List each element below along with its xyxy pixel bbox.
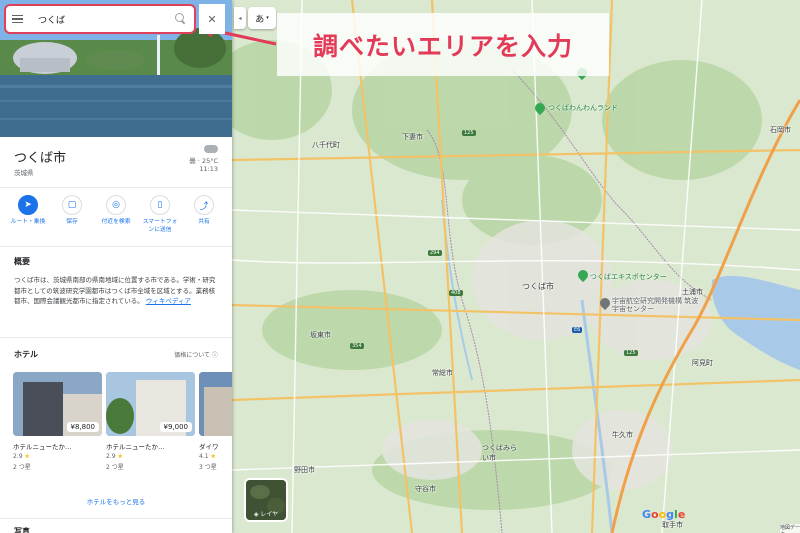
price-info-label: 価格について: [174, 352, 211, 359]
map-label-shimotsuma: 下妻市: [402, 133, 423, 141]
hotels-heading: ホテル: [14, 350, 38, 359]
share-icon: ⤴: [194, 195, 214, 215]
hotel-card[interactable]: ダイワ 4.1 ★ 3 つ星: [199, 372, 232, 471]
map-label-wanwan[interactable]: つくばわんわんランド: [548, 103, 618, 113]
hotel-class: 2 つ星: [106, 464, 124, 471]
hotel-rating: 4.1 ★: [199, 453, 232, 460]
map-label-expo[interactable]: つくばエキスポセンター: [590, 272, 667, 282]
overview-text: つくば市は、茨城県南部の県南地域に位置する市である。学術・研究都市としての筑波研…: [14, 275, 220, 307]
clear-search-button[interactable]: ✕: [199, 4, 225, 34]
search-icon[interactable]: [174, 12, 188, 26]
star-icon: ★: [210, 453, 216, 460]
layer-label: ◈ レイヤ: [246, 509, 286, 518]
google-logo: Google: [642, 508, 686, 521]
info-icon: ⓘ: [211, 352, 218, 359]
weather-time: 11:13: [199, 165, 218, 173]
hotel-name: ホテルニューたか…: [13, 443, 72, 451]
price-info-link[interactable]: 価格について ⓘ: [174, 350, 218, 359]
map-label-ishioka: 石岡市: [770, 126, 791, 134]
divider: [0, 337, 232, 338]
photos-heading: 写真: [14, 527, 30, 533]
hotel-photo: ¥9,000: [106, 372, 195, 436]
hotel-class: 2 つ星: [13, 464, 31, 471]
nearby-icon: ◎: [106, 195, 126, 215]
directions-icon: ➤: [18, 195, 38, 215]
action-bar: ➤ ルート・乗換 ▢ 保存 ◎ 付近を検索 ▯ スマートフォンに送信 ⤴ 共有: [0, 195, 232, 243]
layer-label-text: レイヤ: [260, 511, 279, 518]
map-label-joso: 常総市: [432, 369, 453, 377]
hotel-name: ホテルニューたか…: [106, 443, 165, 451]
hotels-section: ホテル 価格について ⓘ ¥8,800 ホテルニューたか… 2.9 ★ 2 つ星…: [0, 340, 232, 515]
directions-label: ルート・乗換: [10, 219, 46, 225]
save-button[interactable]: ▢ 保存: [52, 195, 92, 243]
route-shield-125b: 125: [624, 350, 638, 356]
menu-icon[interactable]: [12, 14, 26, 24]
rating-value: 4.1: [199, 453, 209, 460]
map-label-tsuchiura: 土浦市: [682, 288, 703, 296]
hotel-price: ¥9,000: [159, 422, 192, 432]
weather-widget: 曇 · 25°C 11:13: [189, 145, 218, 173]
nearby-label: 付近を検索: [101, 219, 131, 225]
map-label-ami: 阿見町: [692, 359, 713, 367]
phone-icon: ▯: [150, 195, 170, 215]
route-shield-294: 294: [428, 250, 442, 256]
map-label-toride: 取手市: [662, 521, 683, 529]
search-box[interactable]: つくば: [4, 4, 196, 34]
hotel-name: ダイワ: [199, 443, 219, 451]
directions-button[interactable]: ➤ ルート・乗換: [8, 195, 48, 243]
send-to-phone-label: スマートフォンに送信: [142, 219, 178, 233]
send-to-phone-button[interactable]: ▯ スマートフォンに送信: [140, 195, 180, 243]
overview-heading: 概要: [14, 257, 30, 266]
place-header: つくば市 茨城県 曇 · 25°C 11:13: [0, 137, 232, 187]
hotel-photo: ¥8,800: [13, 372, 102, 436]
rating-value: 2.9: [106, 453, 116, 460]
divider: [0, 246, 232, 247]
annotation-callout: 調べたいエリアを入力: [277, 13, 609, 76]
weather-text: 曇 · 25°C: [189, 157, 218, 165]
route-shield-408: 408: [449, 290, 463, 296]
map-label-noda: 野田市: [294, 466, 315, 474]
map-label-yachiyo: 八千代町: [312, 141, 340, 149]
layers-icon: ◈: [253, 511, 259, 518]
map-label-mirai: つくばみらい市: [482, 444, 517, 462]
place-title: つくば市: [14, 151, 67, 166]
hotel-rating: 2.9 ★: [106, 453, 195, 460]
star-icon: ★: [117, 453, 123, 460]
bookmark-icon: ▢: [62, 195, 82, 215]
map-label-tsukuba: つくば市: [522, 282, 554, 291]
layer-toggle[interactable]: ◈ レイヤ: [244, 478, 288, 522]
share-button[interactable]: ⤴ 共有: [184, 195, 224, 243]
hotel-class: 3 つ星: [199, 464, 217, 471]
divider: [0, 187, 232, 188]
route-shield-125: 125: [462, 130, 476, 136]
save-label: 保存: [66, 219, 78, 225]
search-input[interactable]: つくば: [38, 13, 174, 26]
hotel-photo: [199, 372, 232, 436]
map-label-ushiku: 牛久市: [612, 431, 633, 439]
nearby-button[interactable]: ◎ 付近を検索: [96, 195, 136, 243]
map-data-credit[interactable]: 地図データ: [780, 524, 800, 533]
share-label: 共有: [198, 219, 210, 225]
route-shield-e6: E6: [572, 327, 583, 333]
star-icon: ★: [24, 453, 30, 460]
cloud-icon: [204, 145, 218, 153]
hotel-card[interactable]: ¥9,000 ホテルニューたか… 2.9 ★ 2 つ星: [106, 372, 195, 471]
overview-section: 概要 つくば市は、茨城県南部の県南地域に位置する市である。学術・研究都市としての…: [14, 256, 220, 307]
place-panel: つくば市 茨城県 曇 · 25°C 11:13 ➤ ルート・乗換 ▢ 保存 ◎ …: [0, 0, 232, 533]
map-label-bando: 坂東市: [310, 331, 331, 339]
hotel-rating: 2.9 ★: [13, 453, 102, 460]
map-label-moriya: 守谷市: [415, 485, 436, 493]
callout-text: 調べたいエリアを入力: [312, 31, 573, 61]
route-shield-354: 354: [350, 343, 364, 349]
rating-value: 2.9: [13, 453, 23, 460]
place-subtitle: 茨城県: [14, 169, 34, 177]
map-label-jaxa[interactable]: 宇宙航空研究開発機構 筑波宇宙センター: [612, 297, 702, 314]
map-canvas[interactable]: つくばわんわんランド 下妻市 八千代町 つくばエキスポセンター つくば市 宇宙航…: [232, 0, 800, 533]
hotel-price: ¥8,800: [66, 422, 99, 432]
more-hotels-link[interactable]: ホテルをもっと見る: [0, 496, 232, 506]
hotel-card[interactable]: ¥8,800 ホテルニューたか… 2.9 ★ 2 つ星: [13, 372, 102, 471]
wikipedia-link[interactable]: ウィキペディア: [146, 297, 191, 305]
divider: [0, 518, 232, 519]
